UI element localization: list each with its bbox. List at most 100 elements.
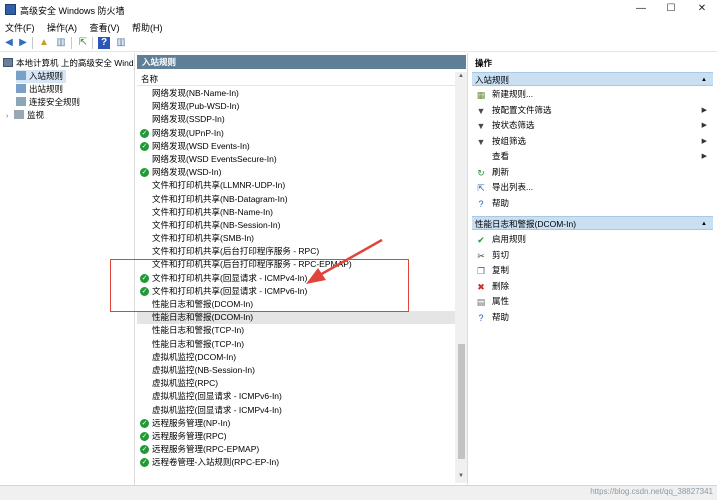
action-item[interactable]: ❐ 复制 bbox=[472, 263, 713, 278]
rule-row[interactable]: 文件和打印机共享(NB-Datagram-In) bbox=[137, 193, 455, 206]
rule-name: 网络发现(NB-Name-In) bbox=[152, 88, 239, 98]
tree-item-label: 出站规则 bbox=[29, 84, 64, 94]
action-label: 删除 bbox=[492, 280, 510, 291]
expand-chevron-icon[interactable]: › bbox=[6, 110, 14, 122]
action-item[interactable]: ✂ 剪切 bbox=[472, 248, 713, 263]
rule-name: 远程服务管理(RPC-EPMAP) bbox=[152, 444, 260, 455]
rule-row[interactable]: ✓ 远程服务管理(RPC-EPMAP) bbox=[137, 443, 455, 456]
rule-row[interactable]: 虚拟机监控(回显请求 - ICMPv6-In) bbox=[137, 390, 455, 403]
rule-row[interactable]: ✓ 网络发现(WSD-In) bbox=[137, 166, 455, 179]
rule-row[interactable]: ✓ 网络发现(UPnP-In) bbox=[137, 127, 455, 140]
forward-arrow-icon[interactable]: ▶ bbox=[17, 37, 29, 49]
column-header-name[interactable]: 名称 bbox=[137, 72, 455, 86]
rule-row[interactable]: ✓ 远程服务管理(RPC) bbox=[137, 430, 455, 443]
rule-row[interactable]: 文件和打印机共享(NB-Name-In) bbox=[137, 206, 455, 219]
action-item[interactable]: ⇱ 导出列表... bbox=[472, 180, 713, 195]
rule-row[interactable]: 性能日志和警报(TCP-In) bbox=[137, 324, 455, 337]
action-item[interactable]: ▼ 按状态筛选 ▶ bbox=[472, 118, 713, 133]
show-hide-tree-icon[interactable]: ▥ bbox=[55, 37, 67, 49]
action-item[interactable]: ✖ 删除 bbox=[472, 279, 713, 294]
rule-row[interactable]: 文件和打印机共享(SMB-In) bbox=[137, 232, 455, 245]
menu-help[interactable]: 帮助(H) bbox=[127, 19, 168, 34]
status-bar: https://blog.csdn.net/qq_38827341 bbox=[0, 485, 717, 500]
rule-row[interactable]: 虚拟机监控(DCOM-In) bbox=[137, 351, 455, 364]
maximize-button[interactable]: ☐ bbox=[656, 1, 686, 17]
rule-row[interactable]: ✓ 网络发现(WSD Events-In) bbox=[137, 140, 455, 153]
menu-view[interactable]: 查看(V) bbox=[85, 19, 125, 34]
vertical-scrollbar[interactable]: ▲ ▼ bbox=[455, 72, 467, 483]
collapse-caret-icon[interactable]: ▲ bbox=[701, 73, 707, 87]
rule-name: 文件和打印机共享(NB-Session-In) bbox=[152, 219, 281, 230]
rule-name: 虚拟机监控(回显请求 - ICMPv6-In) bbox=[152, 391, 282, 402]
rule-row[interactable]: 虚拟机监控(NB-Session-In) bbox=[137, 364, 455, 377]
section-label: 性能日志和警报(DCOM-In) bbox=[475, 219, 577, 229]
actions-section-inbound[interactable]: 入站规则 ▲ bbox=[472, 72, 713, 86]
collapse-caret-icon[interactable]: ▲ bbox=[701, 217, 707, 231]
rule-row[interactable]: 文件和打印机共享(LLMNR-UDP-In) bbox=[137, 179, 455, 192]
help-icon: ? bbox=[478, 198, 484, 209]
rule-row[interactable]: 虚拟机监控(RPC) bbox=[137, 377, 455, 390]
action-item[interactable]: ? 帮助 bbox=[472, 310, 713, 325]
rule-row[interactable]: 性能日志和警报(TCP-In) bbox=[137, 338, 455, 351]
rule-row[interactable]: 性能日志和警报(DCOM-In) bbox=[137, 311, 455, 325]
rule-row[interactable]: ✓ 远程卷管理-入站规则(RPC-EP-In) bbox=[137, 456, 455, 469]
rule-name: 远程卷管理-入站规则(RPC-EP-In) bbox=[152, 457, 280, 468]
rule-row[interactable]: 文件和打印机共享(NB-Session-In) bbox=[137, 219, 455, 232]
action-item[interactable]: ▼ 按配置文件筛选 ▶ bbox=[472, 103, 713, 118]
tree-item-connection-security-rules[interactable]: 连接安全规则 bbox=[16, 96, 126, 109]
firewall-app-icon bbox=[5, 4, 16, 15]
show-action-pane-icon[interactable]: ▥ bbox=[115, 37, 127, 49]
help-icon[interactable]: ? bbox=[98, 37, 110, 49]
properties-icon: ▤ bbox=[476, 297, 486, 307]
enabled-check-icon: ✓ bbox=[140, 445, 149, 455]
submenu-arrow-icon: ▶ bbox=[701, 153, 707, 160]
minimize-button[interactable]: — bbox=[626, 1, 656, 17]
action-item[interactable]: ? 帮助 bbox=[472, 196, 713, 211]
close-button[interactable]: ✕ bbox=[687, 1, 717, 17]
toolbar-separator bbox=[32, 37, 33, 49]
delete-icon: ✖ bbox=[477, 281, 485, 292]
rule-name: 性能日志和警报(DCOM-In) bbox=[152, 312, 254, 323]
actions-title: 操作 bbox=[472, 56, 713, 70]
action-item[interactable]: ▦ 新建规则... bbox=[472, 87, 713, 102]
rule-row[interactable]: 网络发现(NB-Name-In) bbox=[137, 87, 455, 100]
rule-row[interactable]: 文件和打印机共享(后台打印程序服务 - RPC) bbox=[137, 245, 455, 258]
action-item[interactable]: ▤ 属性 bbox=[472, 294, 713, 309]
tree-root[interactable]: 本地计算机 上的高级安全 Windows bbox=[3, 57, 134, 70]
enabled-check-icon: ✓ bbox=[140, 128, 149, 138]
rules-pane-title: 入站规则 bbox=[137, 55, 466, 69]
enabled-check-icon: ✓ bbox=[140, 141, 149, 151]
menu-file[interactable]: 文件(F) bbox=[0, 19, 40, 34]
scroll-down-icon[interactable]: ▼ bbox=[457, 473, 465, 479]
rule-name: 虚拟机监控(DCOM-In) bbox=[152, 351, 237, 362]
scrollbar-thumb[interactable] bbox=[458, 344, 465, 459]
rule-row[interactable]: 网络发现(SSDP-In) bbox=[137, 113, 455, 126]
scroll-up-icon[interactable]: ▲ bbox=[457, 73, 465, 79]
up-folder-icon[interactable]: ▲ bbox=[38, 37, 50, 49]
action-label: 按组筛选 bbox=[492, 135, 527, 146]
rule-name: 远程服务管理(NP-In) bbox=[152, 417, 231, 428]
copy-icon: ❐ bbox=[476, 266, 486, 276]
rule-row[interactable]: ✓ 远程服务管理(NP-In) bbox=[137, 417, 455, 430]
red-highlight-box bbox=[110, 259, 409, 312]
action-item[interactable]: ✔ 启用规则 bbox=[472, 232, 713, 247]
rule-row[interactable]: 虚拟机监控(回显请求 - ICMPv4-In) bbox=[137, 404, 455, 417]
rule-name: 远程服务管理(RPC) bbox=[152, 430, 227, 441]
tree-item-monitoring[interactable]: › 监视 bbox=[6, 109, 126, 122]
tree-item-inbound-rules[interactable]: 入站规则 bbox=[16, 70, 66, 83]
action-item[interactable]: ↻ 刷新 bbox=[472, 165, 713, 180]
back-arrow-icon[interactable]: ◀ bbox=[3, 37, 15, 49]
menu-action[interactable]: 操作(A) bbox=[42, 19, 82, 34]
actions-pane: 操作 入站规则 ▲ ▦ 新建规则... ▼ 按配置文件筛选 ▶ ▼ 按状态筛选 ▶ ▼ 按组筛选 ▶ 查… bbox=[469, 53, 717, 485]
rule-name: 网络发现(Pub-WSD-In) bbox=[152, 101, 240, 112]
export-icon[interactable]: ⇱ bbox=[77, 37, 89, 49]
action-label: 按配置文件筛选 bbox=[492, 104, 552, 115]
submenu-arrow-icon: ▶ bbox=[701, 106, 707, 114]
action-item[interactable]: 查看 ▶ bbox=[472, 149, 713, 164]
tree-item-outbound-rules[interactable]: 出站规则 bbox=[16, 83, 126, 96]
rule-row[interactable]: 网络发现(Pub-WSD-In) bbox=[137, 100, 455, 113]
action-item[interactable]: ▼ 按组筛选 ▶ bbox=[472, 134, 713, 149]
actions-section-selected-rule[interactable]: 性能日志和警报(DCOM-In) ▲ bbox=[472, 216, 713, 230]
rule-row[interactable]: 网络发现(WSD EventsSecure-In) bbox=[137, 153, 455, 166]
title-bar: 高级安全 Windows 防火墙 — ☐ ✕ bbox=[0, 0, 717, 19]
